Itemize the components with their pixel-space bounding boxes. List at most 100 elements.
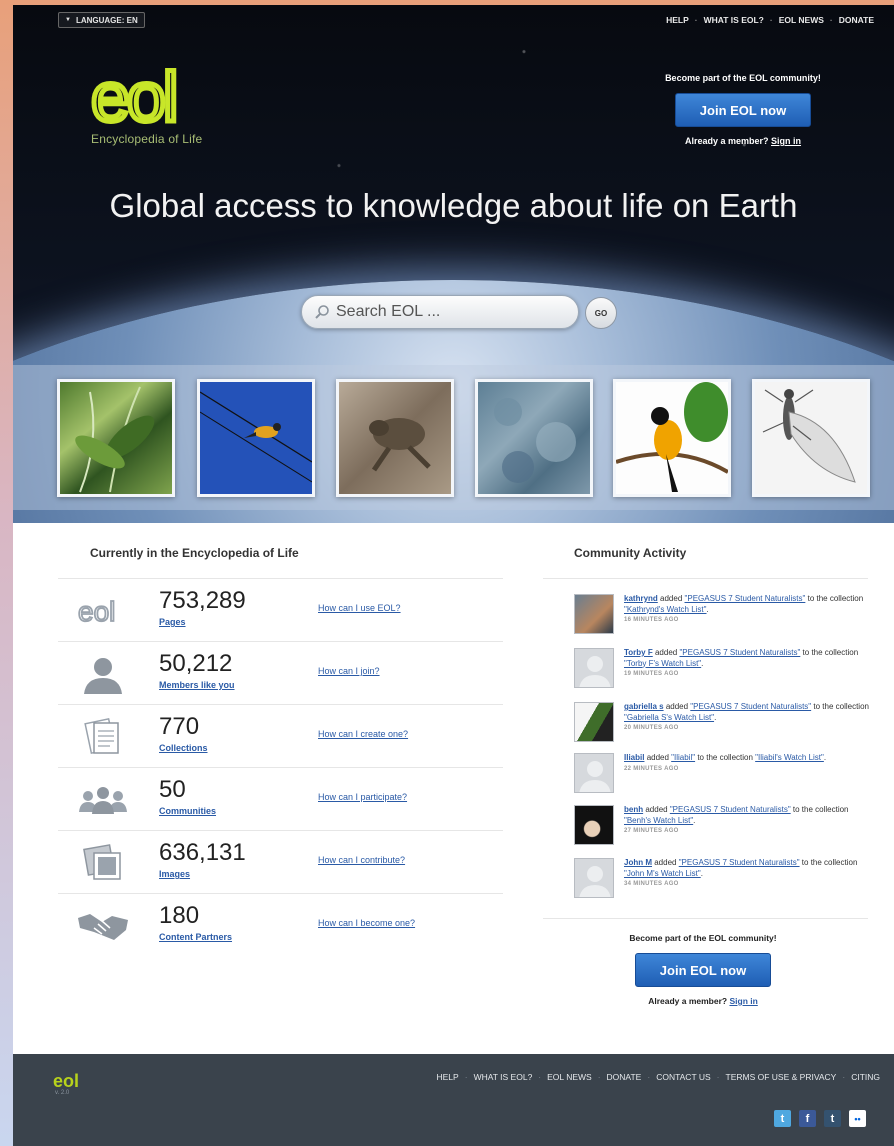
item-link[interactable]: "PEGASUS 7 Student Naturalists" xyxy=(679,858,800,867)
footer-nav-help[interactable]: HELP xyxy=(437,1072,459,1082)
thumbnail-oriole[interactable] xyxy=(613,379,731,497)
go-button[interactable]: GO xyxy=(585,297,617,329)
top-nav-donate[interactable]: DONATE xyxy=(839,15,874,25)
user-link[interactable]: gabriella s xyxy=(624,702,664,711)
language-selector[interactable]: ▼ LANGUAGE: EN xyxy=(58,12,145,28)
thumbnail-lichen[interactable] xyxy=(475,379,593,497)
stat-row-images: 636,131 Images How can I contribute? xyxy=(58,830,503,892)
facebook-icon[interactable]: f xyxy=(799,1110,816,1127)
top-nav-what-is-eol[interactable]: WHAT IS EOL? xyxy=(704,15,764,25)
stat-label-link[interactable]: Communities xyxy=(159,806,216,816)
user-link[interactable]: Torby F xyxy=(624,648,653,657)
activity-time: 22 MINUTES AGO xyxy=(624,765,679,772)
avatar[interactable] xyxy=(574,805,614,845)
activity-verb: added xyxy=(665,702,689,711)
user-link[interactable]: benh xyxy=(624,805,643,814)
footer-nav-what-is-eol[interactable]: WHAT IS EOL? xyxy=(474,1072,533,1082)
eol-logo[interactable]: eol Encyclopedia of Life xyxy=(91,67,241,146)
item-link[interactable]: "PEGASUS 7 Student Naturalists" xyxy=(690,702,811,711)
thumbnail-bird-wire[interactable] xyxy=(197,379,315,497)
top-nav-help[interactable]: HELP xyxy=(666,15,689,25)
oriole-bird-image xyxy=(616,382,728,492)
sign-in-link[interactable]: Sign in xyxy=(729,996,757,1006)
activity-end: . xyxy=(823,753,827,762)
user-link[interactable]: John M xyxy=(624,858,652,867)
item-link[interactable]: "PEGASUS 7 Student Naturalists" xyxy=(679,648,800,657)
nav-separator: · xyxy=(694,15,698,25)
how-link[interactable]: How can I create one? xyxy=(318,729,408,739)
how-link[interactable]: How can I become one? xyxy=(318,918,415,928)
join-eol-button[interactable]: Join EOL now xyxy=(675,93,811,127)
footer-nav-contact-us[interactable]: CONTACT US xyxy=(656,1072,710,1082)
avatar[interactable] xyxy=(574,702,614,742)
thumbnail-insect[interactable] xyxy=(752,379,870,497)
footer-logo-text: eol xyxy=(53,1072,79,1090)
footer-nav-citing[interactable]: CITING xyxy=(851,1072,880,1082)
avatar[interactable] xyxy=(574,858,614,898)
stat-label-link[interactable]: Pages xyxy=(159,617,186,627)
tagline: Global access to knowledge about life on… xyxy=(109,187,798,224)
how-link[interactable]: How can I use EOL? xyxy=(318,603,401,613)
footer-nav-donate[interactable]: DONATE xyxy=(607,1072,642,1082)
divider xyxy=(543,918,868,919)
item-link[interactable]: "PEGASUS 7 Student Naturalists" xyxy=(670,805,791,814)
item-link[interactable]: "PEGASUS 7 Student Naturalists" xyxy=(685,594,806,603)
footer-nav-eol-news[interactable]: EOL NEWS xyxy=(547,1072,592,1082)
thumbnail-plant[interactable] xyxy=(57,379,175,497)
search-icon xyxy=(315,305,329,319)
search-input[interactable] xyxy=(336,303,556,321)
stat-row-pages: eol-logo-icon eol 753,289 Pages How can … xyxy=(58,578,503,640)
activity-end: . xyxy=(714,712,717,722)
activity-mid: to the collection xyxy=(801,858,858,867)
stat-number: 753,289 xyxy=(159,587,246,614)
avatar[interactable] xyxy=(574,648,614,688)
stat-label-link[interactable]: Images xyxy=(159,869,190,879)
footer-eol-logo[interactable]: eol xyxy=(53,1072,93,1090)
activity-end: . xyxy=(706,604,709,614)
how-link[interactable]: How can I join? xyxy=(318,666,380,676)
user-link[interactable]: Iliabil xyxy=(624,753,644,762)
stat-row-collections: 770 Collections How can I create one? xyxy=(58,704,503,766)
stat-label-link[interactable]: Collections xyxy=(159,743,208,753)
collection-link[interactable]: "Benh's Watch List" xyxy=(624,816,693,825)
activity-mid: to the collection xyxy=(697,753,753,762)
stat-row-members: 50,212 Members like you How can I join? xyxy=(58,641,503,703)
thumbnail-frog[interactable] xyxy=(336,379,454,497)
dropdown-triangle-icon: ▼ xyxy=(65,17,71,23)
footer-nav-terms[interactable]: TERMS OF USE & PRIVACY xyxy=(726,1072,837,1082)
nav-separator: · xyxy=(464,1072,468,1082)
join-eol-button[interactable]: Join EOL now xyxy=(635,953,771,987)
how-link[interactable]: How can I participate? xyxy=(318,792,407,802)
nav-separator: · xyxy=(647,1072,651,1082)
top-nav-eol-news[interactable]: EOL NEWS xyxy=(779,15,824,25)
twitter-icon[interactable]: t xyxy=(774,1110,791,1127)
collection-link[interactable]: "Kathrynd's Watch List" xyxy=(624,605,707,614)
tumblr-icon[interactable]: t xyxy=(824,1110,841,1127)
already-member-label: Already a member? xyxy=(648,996,728,1006)
item-link[interactable]: "Iliabil" xyxy=(671,753,695,762)
avatar[interactable] xyxy=(574,594,614,634)
collection-link[interactable]: "Torby F's Watch List" xyxy=(624,659,701,668)
sign-in-link[interactable]: Sign in xyxy=(771,136,801,146)
stat-label-link[interactable]: Members like you xyxy=(159,680,235,690)
stat-number: 636,131 xyxy=(159,839,246,866)
plant-leaves-image xyxy=(75,386,155,493)
collection-link[interactable]: "Iliabil's Watch List" xyxy=(755,753,824,762)
flickr-icon[interactable]: •• xyxy=(849,1110,866,1127)
already-member-label: Already a member? xyxy=(684,136,769,146)
default-avatar-icon xyxy=(579,761,611,792)
activity-end: . xyxy=(701,658,704,668)
activity-item: Torby F added "PEGASUS 7 Student Natural… xyxy=(574,648,874,700)
stat-number: 770 xyxy=(159,713,200,740)
nav-separator: · xyxy=(769,15,773,25)
avatar[interactable] xyxy=(574,753,614,793)
nav-separator: · xyxy=(716,1072,720,1082)
user-link[interactable]: kathrynd xyxy=(624,594,658,603)
activity-mid: to the collection xyxy=(792,805,849,814)
stat-row-partners: 180 Content Partners How can I become on… xyxy=(58,893,503,955)
how-link[interactable]: How can I contribute? xyxy=(318,855,405,865)
collection-link[interactable]: "Gabriella S's Watch List" xyxy=(624,713,714,722)
images-icon xyxy=(83,844,121,880)
collection-link[interactable]: "John M's Watch List" xyxy=(624,869,701,878)
stat-label-link[interactable]: Content Partners xyxy=(159,932,232,942)
